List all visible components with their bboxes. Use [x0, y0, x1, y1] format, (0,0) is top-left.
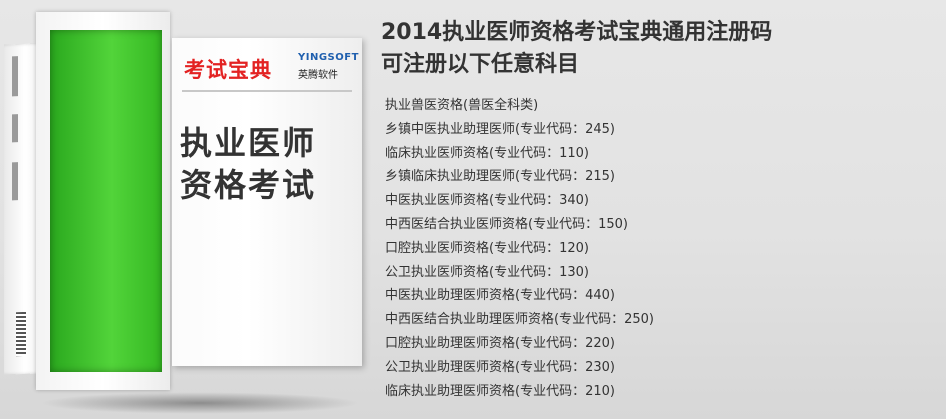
box-title: 考试宝典: [184, 58, 272, 82]
subject-item: 执业兽医资格(兽医全科类): [385, 98, 539, 113]
subject-list: 执业兽医资格(兽医全科类) 乡镇中医执业助理医师(专业代码：245) 临床执业医…: [385, 94, 654, 403]
subject-item: 口腔执业医师资格(专业代码：120): [385, 240, 589, 256]
subject-item: 中医执业医师资格(专业代码：340): [385, 193, 589, 209]
spine-text-mark: [12, 114, 18, 143]
spine-text-mark: [12, 56, 18, 97]
subject-item: 中医执业助理医师资格(专业代码：440): [385, 288, 615, 304]
brand-logo-cn: 英腾软件: [298, 70, 338, 81]
subject-item: 乡镇临床执业助理医师(专业代码：215): [385, 169, 615, 185]
subject-item: 公卫执业助理医师资格(专业代码：230): [385, 359, 615, 375]
subject-item: 中西医结合执业助理医师资格(专业代码：250): [385, 312, 654, 328]
heading-line2: 可注册以下任意科目: [381, 52, 580, 77]
heading-line1: 2014执业医师资格考试宝典通用注册码: [381, 20, 773, 45]
box-subject-line2: 资格考试: [180, 166, 317, 204]
box-front-cover: 考试宝典 YINGSOFT 英腾软件 执业医师 资格考试: [172, 38, 362, 366]
subject-item: 临床执业医师资格(专业代码：110): [385, 145, 589, 161]
barcode-icon: [16, 311, 26, 357]
cover-divider: [182, 90, 352, 92]
green-panel: [50, 30, 162, 372]
subject-item: 乡镇中医执业助理医师(专业代码：245): [385, 121, 615, 137]
subject-item: 口腔执业助理医师资格(专业代码：220): [385, 335, 615, 351]
spine-text-mark: [12, 162, 18, 201]
subject-item: 临床执业助理医师资格(专业代码：210): [385, 383, 615, 399]
subject-item: 公卫执业医师资格(专业代码：130): [385, 264, 589, 280]
box-subject-line1: 执业医师: [180, 124, 317, 162]
brand-logo-en: YINGSOFT: [298, 52, 359, 63]
subject-item: 中西医结合执业医师资格(专业代码：150): [385, 216, 628, 232]
product-box-image: 考试宝典 YINGSOFT 英腾软件 执业医师 资格考试: [0, 0, 370, 419]
box-shadow: [40, 392, 360, 414]
